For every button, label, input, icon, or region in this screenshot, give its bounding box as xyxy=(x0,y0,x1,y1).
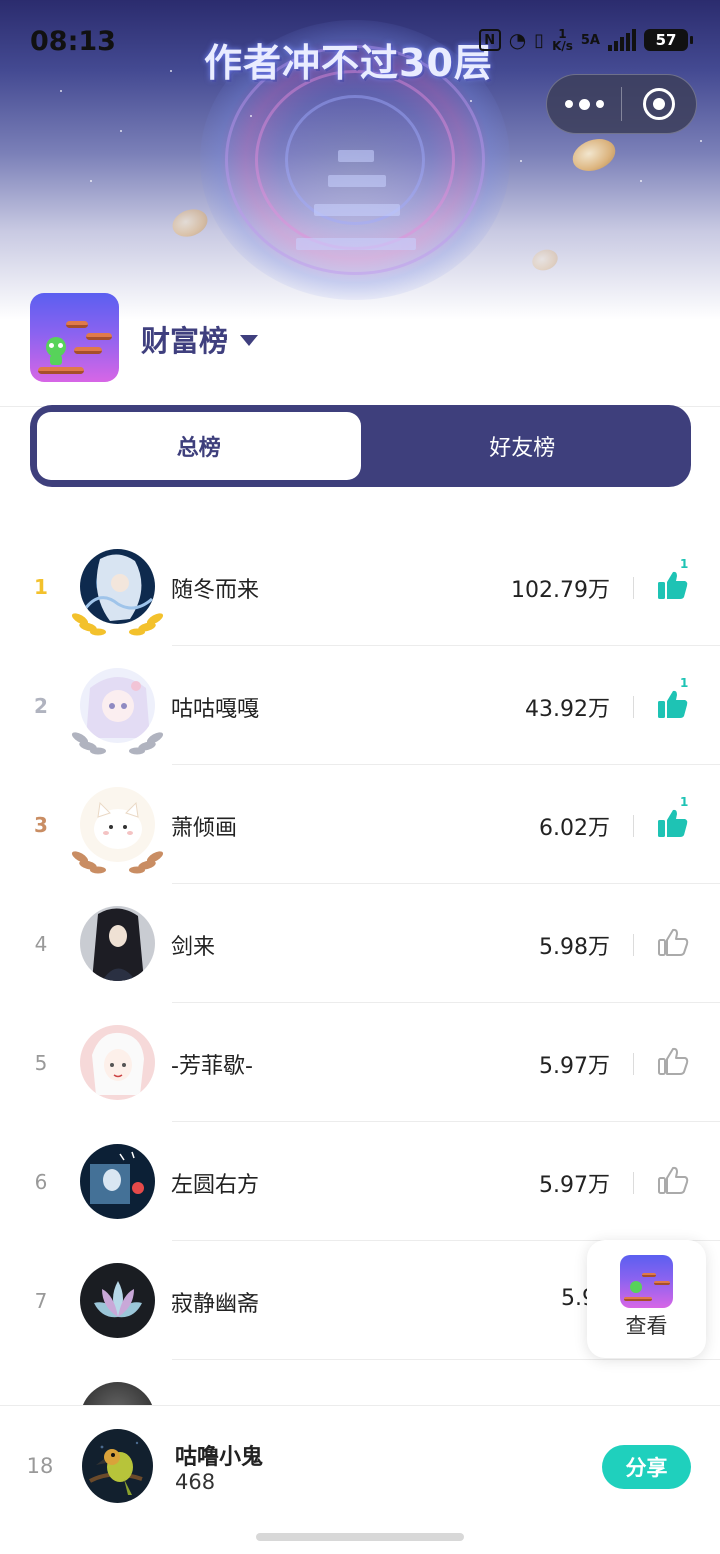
home-indicator[interactable] xyxy=(256,1533,464,1541)
vibrate-icon: ▯ xyxy=(534,29,545,51)
coin-decoration xyxy=(168,204,212,242)
game-icon xyxy=(620,1255,673,1308)
player-name: 随冬而来 xyxy=(171,578,260,603)
view-game-card[interactable]: 查看 xyxy=(587,1240,706,1358)
status-icons: N ◔ ▯ 1 K/s 5A 57 xyxy=(478,27,693,53)
my-name: 咕噜小鬼 xyxy=(175,1445,264,1470)
board-selector[interactable]: 财富榜 xyxy=(141,318,259,360)
player-name: 左圆右方 xyxy=(171,1173,260,1198)
caret-down-icon xyxy=(240,334,259,346)
tab-friends[interactable]: 好友榜 xyxy=(361,412,685,480)
battery-icon: 57 xyxy=(644,29,693,51)
network-type: 5A xyxy=(580,32,600,48)
my-score: 468 xyxy=(175,1470,216,1494)
my-rank: 18 xyxy=(26,1454,54,1478)
divider xyxy=(633,577,634,599)
my-avatar xyxy=(82,1429,153,1503)
thumbs-up-icon[interactable] xyxy=(656,688,690,720)
divider xyxy=(633,934,634,956)
rank-number: 7 xyxy=(34,1289,48,1313)
laurel-icon xyxy=(71,613,164,636)
alarm-icon: ◔ xyxy=(508,28,527,52)
divider xyxy=(633,1172,634,1194)
tab-overall[interactable]: 总榜 xyxy=(37,412,361,480)
laurel-icon xyxy=(71,851,164,874)
leaderboard-row[interactable]: 4 剑来 5.98万 xyxy=(0,884,720,1003)
player-name: -芳菲歇- xyxy=(171,1054,253,1079)
tunnel-step xyxy=(296,238,416,250)
network-speed: 1 K/s xyxy=(552,27,573,53)
thumbs-up-icon[interactable] xyxy=(656,1045,690,1077)
laurel-icon xyxy=(71,732,164,755)
avatar xyxy=(80,1025,155,1100)
share-button[interactable]: 分享 xyxy=(602,1445,691,1489)
tunnel-step xyxy=(338,150,374,162)
rank-number: 5 xyxy=(34,1051,48,1075)
player-name: 萧倾画 xyxy=(171,816,238,841)
status-time: 08:13 xyxy=(30,26,116,57)
leaderboard-row[interactable]: 5 -芳菲歇- 5.97万 xyxy=(0,1003,720,1122)
rank-number: 2 xyxy=(34,694,48,718)
like-count: 1 xyxy=(680,676,689,690)
player-name: 剑来 xyxy=(171,935,216,960)
signal-icon xyxy=(608,29,636,51)
thumbs-up-icon[interactable] xyxy=(656,1164,690,1196)
more-options-button[interactable] xyxy=(547,74,621,134)
coin-decoration xyxy=(529,246,561,274)
game-icon xyxy=(30,293,119,382)
player-score: 6.02万 xyxy=(539,816,610,841)
leaderboard-row[interactable]: 2 咕咕嘎嘎 43.92万 1 xyxy=(0,646,720,765)
player-name: 寂静幽斋 xyxy=(171,1292,260,1317)
avatar xyxy=(80,906,155,981)
leaderboard-row[interactable]: 6 左圆右方 5.97万 xyxy=(0,1122,720,1241)
divider xyxy=(633,815,634,837)
target-icon xyxy=(642,88,675,120)
leaderboard-row[interactable]: 3 萧倾画 6.02万 1 xyxy=(0,765,720,884)
leaderboard-row[interactable]: 1 随冬而来 102.79万 1 xyxy=(0,527,720,646)
row-divider xyxy=(172,1359,720,1360)
avatar xyxy=(80,1263,155,1338)
thumbs-up-icon[interactable] xyxy=(656,569,690,601)
player-score: 5.97万 xyxy=(539,1173,610,1198)
like-count: 1 xyxy=(680,795,689,809)
player-name: 咕咕嘎嘎 xyxy=(171,697,260,722)
like-count: 1 xyxy=(680,557,689,571)
rank-number: 4 xyxy=(34,932,48,956)
tunnel-step xyxy=(328,175,386,187)
player-score: 5.98万 xyxy=(539,935,610,960)
player-score: 5.97万 xyxy=(539,1054,610,1079)
thumbs-up-icon[interactable] xyxy=(656,926,690,958)
miniprogram-capsule xyxy=(546,74,697,134)
my-rank-bar: 18 咕噜小鬼 468 分享 xyxy=(0,1405,720,1554)
avatar xyxy=(80,1144,155,1219)
coin-decoration xyxy=(568,133,620,177)
rank-number: 3 xyxy=(34,813,48,837)
view-label: 查看 xyxy=(625,1314,668,1338)
leaderboard-tabs: 总榜 好友榜 xyxy=(30,405,691,487)
divider xyxy=(633,1053,634,1075)
divider xyxy=(633,696,634,718)
nfc-icon: N xyxy=(478,29,501,51)
close-miniprogram-button[interactable] xyxy=(622,74,696,134)
board-title: 财富榜 xyxy=(141,324,229,358)
thumbs-up-icon[interactable] xyxy=(656,807,690,839)
player-score: 43.92万 xyxy=(525,697,610,722)
rank-number: 1 xyxy=(34,575,48,599)
tunnel-step xyxy=(314,204,400,216)
player-score: 102.79万 xyxy=(511,578,610,603)
rank-number: 6 xyxy=(34,1170,48,1194)
